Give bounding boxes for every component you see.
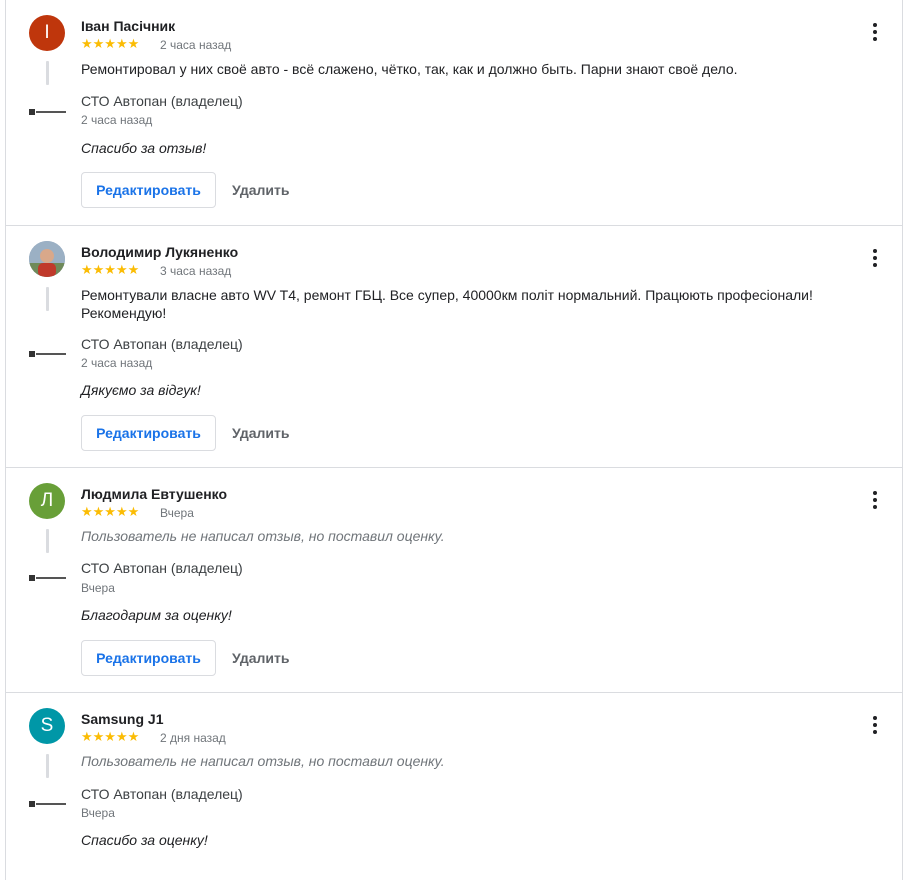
owner-name: СТО Автопан (владелец) [81,560,243,576]
thread-line [46,61,49,85]
review-card: Володимир Лукяненко ★★★★★ 3 часа назад Р… [5,226,903,468]
review-text: Ремонтували власне авто WV T4, ремонт ГБ… [81,287,813,321]
author-name[interactable]: Володимир Лукяненко [81,244,238,260]
star-rating: ★★★★★ [81,262,140,277]
edit-reply-button[interactable]: Редактировать [81,172,216,208]
author-name[interactable]: Людмила Евтушенко [81,486,227,502]
review-text: Пользователь не написал отзыв, но постав… [81,753,445,769]
reply-date: Вчера [81,581,115,595]
more-vert-icon[interactable] [864,246,886,270]
review-text: Пользователь не написал отзыв, но постав… [81,528,445,544]
edit-reply-button[interactable]: Редактировать [81,640,216,676]
author-name[interactable]: Іван Пасічник [81,18,175,34]
review-date: 3 часа назад [160,264,232,278]
owner-name: СТО Автопан (владелец) [81,93,243,109]
review-text: Ремонтировал у них своё авто - всё слаже… [81,61,738,77]
more-vert-icon[interactable] [864,713,886,737]
star-rating: ★★★★★ [81,729,140,744]
review-date: 2 часа назад [160,38,232,52]
review-card: I Іван Пасічник ★★★★★ 2 часа назад Ремон… [5,0,903,226]
reply-date: Вчера [81,806,115,820]
delete-reply-button[interactable]: Удалить [232,172,289,208]
star-rating: ★★★★★ [81,504,140,519]
business-logo-icon [29,801,66,807]
reply-date: 2 часа назад [81,113,153,127]
edit-reply-button[interactable]: Редактировать [81,415,216,451]
review-card: S Samsung J1 ★★★★★ 2 дня назад Пользоват… [5,693,903,866]
business-logo-icon [29,109,66,115]
thread-line [46,529,49,553]
delete-reply-button[interactable]: Удалить [232,415,289,451]
owner-reply: Спасибо за отзыв! [81,140,207,156]
thread-line [46,287,49,311]
author-avatar[interactable]: Л [29,483,65,519]
review-date: Вчера [160,506,194,520]
author-avatar[interactable] [29,241,65,277]
owner-reply: Благодарим за оценку! [81,607,232,623]
business-logo-icon [29,575,66,581]
author-name[interactable]: Samsung J1 [81,711,163,727]
owner-reply: Спасибо за оценку! [81,832,208,848]
author-avatar[interactable]: I [29,15,65,51]
owner-name: СТО Автопан (владелец) [81,336,243,352]
star-rating: ★★★★★ [81,36,140,51]
review-date: 2 дня назад [160,731,226,745]
author-avatar[interactable]: S [29,708,65,744]
business-logo-icon [29,351,66,357]
profile-photo-icon [29,241,65,277]
thread-line [46,754,49,778]
more-vert-icon[interactable] [864,488,886,512]
owner-name: СТО Автопан (владелец) [81,786,243,802]
review-card: Л Людмила Евтушенко ★★★★★ Вчера Пользова… [5,468,903,693]
delete-reply-button[interactable]: Удалить [232,640,289,676]
owner-reply: Дякуємо за відгук! [81,382,201,398]
reply-date: 2 часа назад [81,356,153,370]
more-vert-icon[interactable] [864,20,886,44]
